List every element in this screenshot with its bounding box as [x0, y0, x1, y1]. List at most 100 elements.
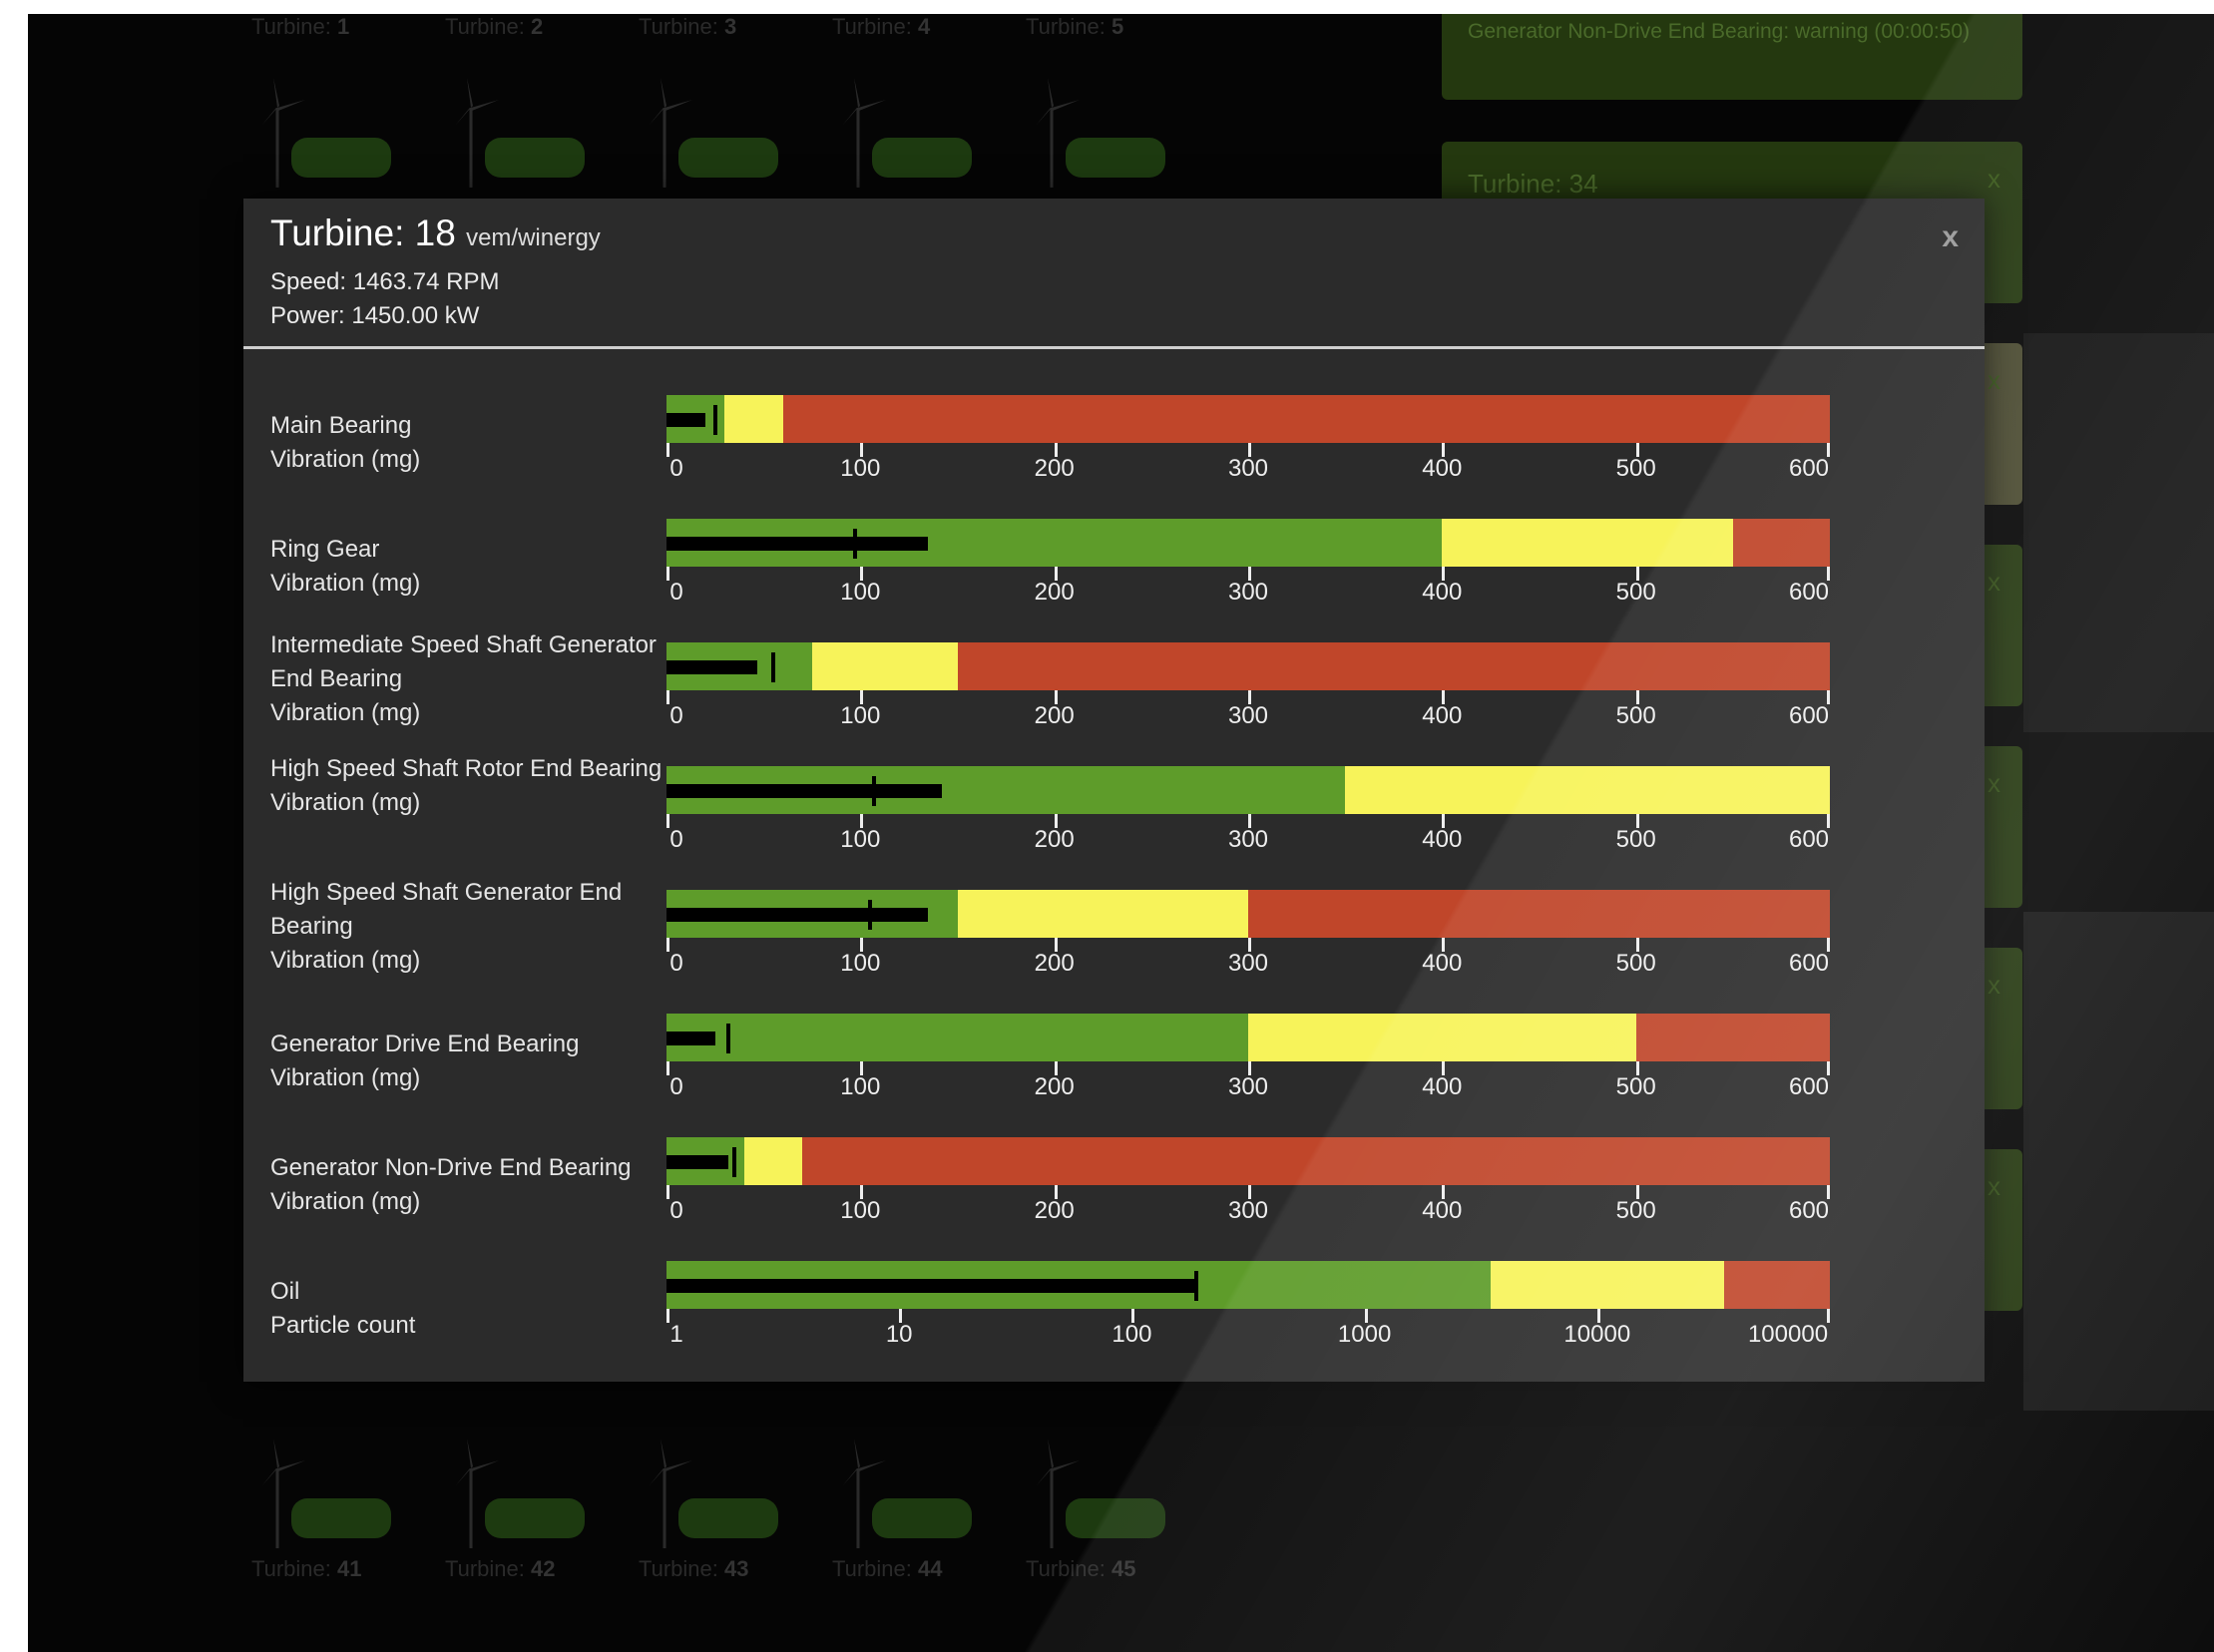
- gauge-row: High Speed Shaft Rotor End Bearing Vibrat…: [243, 755, 1985, 884]
- range-red: [1723, 1261, 1830, 1309]
- turbine-name: Turbine: 42: [445, 1556, 556, 1582]
- turbine-status-pill: [485, 138, 585, 178]
- alert-close-button[interactable]: x: [1988, 970, 2000, 1001]
- tick-label: 0: [669, 455, 683, 482]
- turbine-status-pill: [678, 138, 778, 178]
- alert-close-button[interactable]: x: [1988, 567, 2000, 598]
- alert-text: Turbine: 34: [1468, 169, 1598, 199]
- gauge-unit: Vibration (mg): [270, 947, 421, 974]
- turbine-tile[interactable]: Turbine: 41: [251, 1439, 411, 1581]
- turbine-title: Turbine: 18: [270, 212, 456, 253]
- bullet-bar[interactable]: [666, 1137, 1830, 1185]
- modal-close-button[interactable]: x: [1942, 220, 1959, 254]
- alert-close-button[interactable]: x: [1988, 768, 2000, 799]
- tick-label: 100: [840, 1073, 881, 1100]
- tick-label: 0: [669, 950, 683, 977]
- range-red: [1635, 1014, 1830, 1061]
- tick-label: 600: [1788, 950, 1830, 977]
- modal-header: Turbine: 18 vem/winergy Speed: 1463.74 R…: [243, 199, 1985, 338]
- measure-bar: [666, 908, 929, 922]
- alert-close-button[interactable]: x: [1988, 365, 2000, 396]
- gauge-label: Main Bearing Vibration (mg): [270, 409, 669, 477]
- turbine-tile[interactable]: Turbine: 3: [639, 14, 798, 198]
- turbine-tile[interactable]: Turbine: 2: [445, 14, 605, 198]
- bullet-bar[interactable]: [666, 395, 1830, 443]
- turbine-number: 43: [724, 1556, 749, 1581]
- bullet-bar[interactable]: [666, 890, 1830, 938]
- turbine-name-label: Turbine:: [832, 14, 919, 39]
- turbine-tile[interactable]: Turbine: 43: [639, 1439, 798, 1581]
- turbine-status-pill: [1066, 1498, 1165, 1538]
- measure-bar: [666, 537, 929, 551]
- turbine-name: Turbine: 2: [445, 14, 543, 40]
- bullet-bar[interactable]: [666, 766, 1830, 814]
- tick-label: 500: [1615, 1197, 1656, 1224]
- gauge-label: High Speed Shaft Rotor End Bearing Vibrat…: [270, 752, 669, 820]
- tick-label: 100: [840, 579, 881, 606]
- turbine-tile[interactable]: Turbine: 5: [1026, 14, 1185, 198]
- dashboard-screen: Turbine: 1 Turbine: 2 Turbine: 3 Turbine: 4…: [28, 14, 2214, 1652]
- modal-title: Turbine: 18 vem/winergy: [270, 212, 601, 254]
- gauge-label: Intermediate Speed Shaft Generator End B…: [270, 628, 669, 730]
- tick-label: 100: [840, 1197, 881, 1224]
- bullet-bar[interactable]: [666, 519, 1830, 567]
- tick-label: 400: [1422, 826, 1463, 853]
- turbine-tile[interactable]: Turbine: 1: [251, 14, 411, 198]
- turbine-name-label: Turbine:: [832, 1556, 919, 1581]
- turbine-name: Turbine: 43: [639, 1556, 749, 1582]
- turbine-number: 1: [337, 14, 350, 39]
- gauge-title: Oil: [270, 1278, 300, 1305]
- tick-label: 400: [1422, 1197, 1463, 1224]
- tick-label: 100: [840, 950, 881, 977]
- tick-label: 600: [1788, 579, 1830, 606]
- target-marker: [732, 1147, 737, 1177]
- alert-card[interactable]: Generator Non-Drive End Bearing: warning…: [1442, 14, 2022, 100]
- turbine-name-label: Turbine:: [445, 14, 532, 39]
- target-marker: [712, 405, 717, 435]
- target-marker: [871, 776, 876, 806]
- gauge-axis: 0 100 200 300 400 500 600: [666, 1061, 1830, 1101]
- tick-label: 0: [669, 702, 683, 729]
- tick-label: 400: [1422, 950, 1463, 977]
- tick-label: 500: [1615, 702, 1656, 729]
- tick-label: 200: [1034, 1073, 1075, 1100]
- bullet-bar[interactable]: [666, 642, 1830, 690]
- turbine-name: Turbine: 44: [832, 1556, 943, 1582]
- tick-label: 300: [1227, 579, 1269, 606]
- tick-label: 300: [1227, 702, 1269, 729]
- turbine-tile[interactable]: Turbine: 44: [832, 1439, 992, 1581]
- target-marker: [852, 529, 857, 559]
- tick-label: 200: [1034, 579, 1075, 606]
- bullet-bar[interactable]: [666, 1014, 1830, 1061]
- tick-label: 500: [1615, 950, 1656, 977]
- turbine-tile[interactable]: Turbine: 4: [832, 14, 992, 198]
- bullet-bar[interactable]: [666, 1261, 1830, 1309]
- gauge-label: Oil Particle count: [270, 1275, 669, 1343]
- tick-label: 300: [1227, 950, 1269, 977]
- gauge-unit: Vibration (mg): [270, 789, 421, 816]
- range-yellow: [1248, 1014, 1636, 1061]
- gauge-row: High Speed Shaft Generator End Bearing Vi…: [243, 879, 1985, 1008]
- gauge-label: Ring Gear Vibration (mg): [270, 533, 669, 601]
- turbine-status-pill: [1066, 138, 1165, 178]
- gauge-row: Generator Drive End Bearing Vibration (mg…: [243, 1014, 1985, 1131]
- tick-label: 600: [1788, 1197, 1830, 1224]
- gauge-axis: 1 10 100 1000 10000 100000: [666, 1309, 1830, 1349]
- turbine-name: Turbine: 3: [639, 14, 736, 40]
- tick-label: 200: [1034, 702, 1075, 729]
- tick-label: 200: [1034, 826, 1075, 853]
- target-marker: [726, 1024, 731, 1053]
- tick-label: 100: [840, 826, 881, 853]
- range-yellow: [743, 1137, 803, 1185]
- alert-close-button[interactable]: x: [1988, 1171, 2000, 1202]
- turbine-name-label: Turbine:: [251, 1556, 338, 1581]
- range-red: [802, 1137, 1830, 1185]
- turbine-tile[interactable]: Turbine: 42: [445, 1439, 605, 1581]
- gauge-title: Generator Non-Drive End Bearing: [270, 1154, 632, 1181]
- turbine-name: Turbine: 5: [1026, 14, 1123, 40]
- range-yellow: [724, 395, 783, 443]
- turbine-tile[interactable]: Turbine: 45: [1026, 1439, 1185, 1581]
- tick-label: 600: [1788, 826, 1830, 853]
- alert-close-button[interactable]: x: [1988, 164, 2000, 195]
- range-yellow: [1442, 519, 1733, 567]
